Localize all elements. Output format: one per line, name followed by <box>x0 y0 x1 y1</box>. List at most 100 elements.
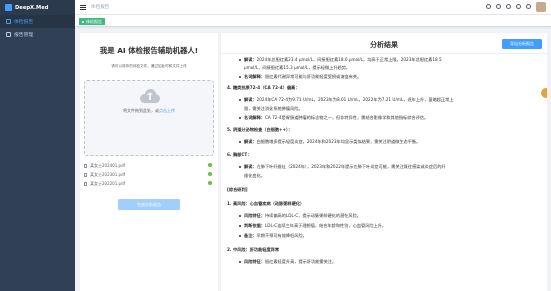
line-text: [综合研判] <box>227 187 248 192</box>
folder-icon <box>6 32 11 37</box>
upload-dropzone[interactable]: 将文件拖到此处，或点击上传 <box>84 80 214 156</box>
sidebar-item-report-management[interactable]: 报告管理 <box>0 28 75 41</box>
section-heading: 6. 胸部CT： <box>227 152 251 158</box>
file-item[interactable]: 某女士202401.pdf <box>84 161 214 170</box>
file-icon <box>84 163 87 168</box>
section-heading: 5. 阴道分泌物检查（白细胞++）： <box>227 127 292 133</box>
result-line: 备注：早期干预可有效降低风险。 <box>239 233 307 239</box>
panel-title: 我是 AI 体检报告辅助机器人! <box>99 46 199 55</box>
result-line: 名词解释：胆红素代谢异常可能与肝功能轻度受损或溶血有关。 <box>239 74 361 80</box>
line-text: 维化变化。 <box>244 173 265 178</box>
avatar[interactable] <box>536 2 546 12</box>
file-item[interactable]: 某女士202201.pdf <box>84 179 214 188</box>
line-text: 1. 高风险：心血管疾病（动脉粥样硬化） <box>227 201 305 206</box>
bullet-icon <box>239 225 241 227</box>
line-label: 解读： <box>244 57 257 62</box>
hamburger-icon[interactable] <box>80 4 86 10</box>
line-text: 5. 阴道分泌物检查（白细胞++）： <box>227 127 293 132</box>
line-text: 4. 糖类抗原72-4（CA 72-4）偏高： <box>227 85 300 90</box>
section-heading: 4. 糖类抗原72-4（CA 72-4）偏高： <box>227 85 299 91</box>
line-text: 2024年总胆红素23.4 μmol/L，间接胆红素18.0 μmol/L，均高… <box>256 57 442 62</box>
check-icon <box>208 172 212 176</box>
bullet-icon <box>239 141 241 143</box>
file-icon <box>84 172 87 177</box>
tags-view: 体检报告 <box>75 15 551 27</box>
result-line: 解读：左肺下叶纤维灶（2024年），2023年和2022年提示左肺下叶炎症可能，… <box>239 164 446 170</box>
help-icon[interactable] <box>506 4 511 9</box>
breadcrumb: 体检报告 <box>91 5 110 10</box>
line-label: 名词解释： <box>244 74 265 79</box>
line-text: 持续偏高的LDL-C，提示动脉粥样硬化的潜在风险。 <box>264 213 361 218</box>
export-report-button[interactable]: 导出分析报告 <box>502 39 542 49</box>
line-label: 名词解释： <box>244 115 265 120</box>
upload-link[interactable]: 点击上传 <box>159 108 175 113</box>
app-name: DeepX.Med <box>15 4 49 11</box>
line-text: 左肺下叶纤维灶（2024年），2023年和2022年提示左肺下叶炎症可能，需关注… <box>256 164 446 169</box>
line-text: 胆红素轻度升高，提示肝功能需关注。 <box>264 259 337 264</box>
line-label: 解读： <box>244 139 257 144</box>
section-heading: 1. 高风险：心血管疾病（动脉粥样硬化） <box>227 201 304 207</box>
line-label: 风险特征： <box>244 213 265 218</box>
result-line: 风险特征：持续偏高的LDL-C，提示动脉粥样硬化的潜在风险。 <box>239 213 361 219</box>
bullet-icon <box>239 99 241 101</box>
line-text: CA 72-4是胃肠道肿瘤的标志物之一，但非特异性，需结合影像学和其他指标综合评… <box>264 115 429 120</box>
check-icon <box>208 163 212 167</box>
bullet-icon <box>239 117 241 119</box>
sidebar-item-label: 体检报告 <box>14 20 34 25</box>
line-text: LDL-C连续三年高于理想值，结合年龄和性别，心血管风险上升。 <box>264 223 387 228</box>
font-size-icon[interactable] <box>526 4 531 9</box>
section-heading: 2. 中风险：肝功能轻度异常 <box>227 247 279 253</box>
line-text: 早期干预可有效降低风险。 <box>256 233 307 238</box>
result-line: μmol/L，间接胆红素15.3 μmol/L，提示轻微上升趋势。 <box>244 65 350 71</box>
scroll-handle[interactable] <box>541 88 547 98</box>
result-line: 判断依据：LDL-C连续三年高于理想值，结合年龄和性别，心血管风险上升。 <box>239 223 386 229</box>
bullet-icon <box>239 76 241 78</box>
result-line: 解读：白细胞增多提示轻度炎症，2024年和2023年均显示类似结果，需关注阴道微… <box>239 139 420 145</box>
section-heading: [综合研判] <box>227 187 248 193</box>
divider <box>221 53 547 54</box>
upload-panel: 我是 AI 体检报告辅助机器人! 请可以将你的体检文件，通过如此时和文件上传 将… <box>80 33 218 291</box>
logo-icon <box>5 4 12 11</box>
line-text: 白细胞增多提示轻度炎症，2024年和2023年均显示类似结果，需关注阴道微生态平… <box>256 139 421 144</box>
line-label: 风险特征： <box>244 259 265 264</box>
fullscreen-icon[interactable] <box>516 4 521 9</box>
check-icon <box>208 181 212 185</box>
bullet-icon <box>239 235 241 237</box>
search-icon[interactable] <box>486 4 491 9</box>
line-text: 2024年CA 72-4为9.71 U/mL，2023年为8.01 U/mL，2… <box>256 97 454 102</box>
github-icon[interactable] <box>496 4 501 9</box>
line-text: 2. 中风险：肝功能轻度异常 <box>227 247 280 252</box>
result-line: 解读：2024年CA 72-4为9.71 U/mL，2023年为8.01 U/m… <box>239 97 454 103</box>
file-list: 某女士202401.pdf 某女士202301.pdf 某女士202201.pd… <box>84 161 214 188</box>
line-label: 判断依据： <box>244 223 265 228</box>
result-line: 解读：2024年总胆红素23.4 μmol/L，间接胆红素18.0 μmol/L… <box>239 57 442 63</box>
top-header: 体检报告 <box>75 0 551 15</box>
line-text: 限，需关注消化系统肿瘤风险。 <box>244 106 303 111</box>
app-logo[interactable]: DeepX.Med <box>0 0 75 15</box>
line-label: 解读： <box>244 97 257 102</box>
line-text: μmol/L，间接胆红素15.3 μmol/L，提示轻微上升趋势。 <box>244 65 351 70</box>
dot-icon <box>82 20 84 23</box>
sidebar-item-label: 报告管理 <box>14 33 34 38</box>
result-title: 分析结果 <box>370 41 398 49</box>
result-line: 限，需关注消化系统肿瘤风险。 <box>244 106 303 112</box>
tag-label: 体检报告 <box>86 18 102 24</box>
result-panel: 分析结果 导出分析报告 解读：2024年总胆红素23.4 μmol/L，间接胆红… <box>221 33 547 291</box>
tag-report[interactable]: 体检报告 <box>79 18 105 25</box>
result-line: 名词解释：CA 72-4是胃肠道肿瘤的标志物之一，但非特异性，需结合影像学和其他… <box>239 115 428 121</box>
upload-hint-text: 将文件拖到此处，或 <box>123 108 159 113</box>
line-label: 备注： <box>244 233 257 238</box>
file-item[interactable]: 某女士202301.pdf <box>84 170 214 179</box>
bullet-icon <box>239 215 241 217</box>
document-icon <box>6 19 11 24</box>
file-icon <box>84 181 87 186</box>
bullet-icon <box>239 166 241 168</box>
file-name: 某女士202401.pdf <box>90 162 126 168</box>
result-line: 风险特征：胆红素轻度升高，提示肝功能需关注。 <box>239 259 336 265</box>
upload-cloud-icon <box>140 89 160 103</box>
generate-report-button[interactable]: 生成分析报告 <box>118 199 180 210</box>
file-name: 某女士202201.pdf <box>90 180 126 186</box>
line-text: 胆红素代谢异常可能与肝功能轻度受损或溶血有关。 <box>264 74 362 79</box>
sidebar-item-report[interactable]: 体检报告 <box>0 15 75 28</box>
line-text: 6. 胸部CT： <box>227 152 252 157</box>
